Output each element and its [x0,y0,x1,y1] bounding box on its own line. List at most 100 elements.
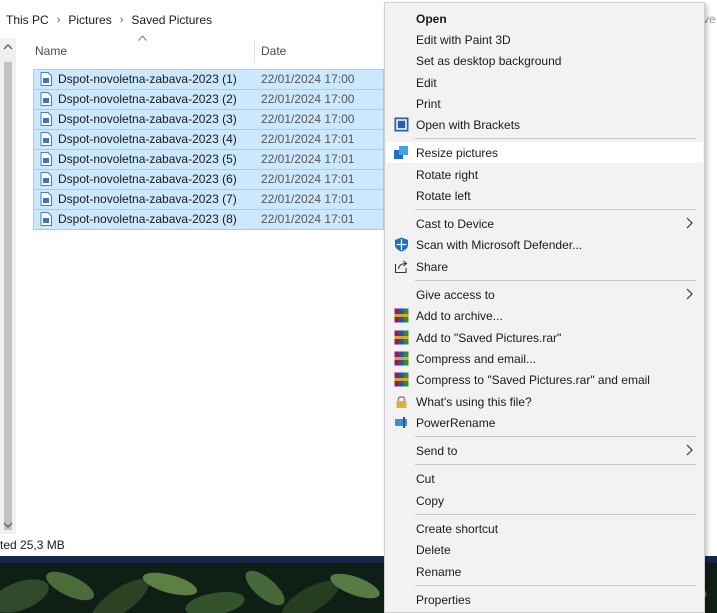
menu-item-properties[interactable]: Properties [386,589,703,610]
menu-item-label: Rotate left [416,188,471,203]
file-date: 22/01/2024 17:01 [261,132,355,147]
menu-item-label: Rotate right [416,167,479,182]
image-file-icon [40,112,52,127]
menu-item-open-brackets[interactable]: Open with Brackets [386,114,703,135]
file-date: 22/01/2024 17:01 [261,192,355,207]
menu-item-label: Scan with Microsoft Defender... [416,237,583,252]
menu-item-powerrename[interactable]: PowerRename [386,412,703,433]
image-file-icon [40,92,52,107]
brackets-icon [394,117,409,132]
file-date: 22/01/2024 17:01 [261,172,355,187]
menu-item-label: What's using this file? [416,394,532,409]
powerrename-icon [395,417,407,428]
menu-item-label: Open with Brackets [416,117,521,132]
breadcrumb-this-pc[interactable]: This PC [6,13,49,27]
file-row[interactable]: Dspot-novoletna-zabava-2023 (5) 22/01/20… [33,149,384,170]
file-row[interactable]: Dspot-novoletna-zabava-2023 (3) 22/01/20… [33,109,384,130]
breadcrumb-chevron-icon: › [119,14,124,26]
menu-item-create-shortcut[interactable]: Create shortcut [386,518,703,539]
file-row[interactable]: Dspot-novoletna-zabava-2023 (2) 22/01/20… [33,89,384,110]
menu-item-label: Copy [416,493,445,508]
breadcrumb-pictures[interactable]: Pictures [68,13,111,27]
file-row[interactable]: Dspot-novoletna-zabava-2023 (1) 22/01/20… [33,69,384,90]
menu-item-print[interactable]: Print [386,93,703,114]
menu-item-resize-pictures[interactable]: Resize pictures [386,142,703,163]
menu-item-add-to-rar[interactable]: Add to "Saved Pictures.rar" [386,327,703,348]
image-file-icon [40,212,52,227]
menu-item-give-access[interactable]: Give access to [386,284,703,305]
menu-item-rotate-right[interactable]: Rotate right [386,164,703,185]
column-divider[interactable] [254,40,255,62]
menu-item-label: Set as desktop background [416,53,562,68]
menu-separator [415,436,696,437]
menu-item-label: Edit [416,75,437,90]
menu-item-open[interactable]: Open [386,8,703,29]
menu-item-label: Share [416,259,449,274]
menu-separator [415,585,696,586]
menu-item-share[interactable]: Share [386,256,703,277]
menu-item-delete[interactable]: Delete [386,539,703,560]
menu-item-label: Print [416,96,441,111]
chevron-right-icon [686,288,693,300]
menu-item-label: Edit with Paint 3D [416,32,511,47]
winrar-icon [394,330,409,345]
file-name: Dspot-novoletna-zabava-2023 (6) [58,172,237,187]
menu-item-label: Open [416,11,447,26]
lock-icon [396,396,407,408]
breadcrumb-saved-pictures[interactable]: Saved Pictures [131,13,212,27]
menu-item-whats-using[interactable]: What's using this file? [386,391,703,412]
image-file-icon [40,192,52,207]
vertical-scrollbar[interactable] [0,38,16,534]
image-file-icon [40,152,52,167]
menu-item-add-to-archive[interactable]: Add to archive... [386,305,703,326]
menu-item-label: Compress and email... [416,351,537,366]
menu-item-cut[interactable]: Cut [386,468,703,489]
menu-item-compress-rar-email[interactable]: Compress to "Saved Pictures.rar" and ema… [386,369,703,390]
scroll-up-icon[interactable] [3,42,13,52]
menu-item-label: Add to archive... [416,308,503,323]
menu-item-send-to[interactable]: Send to [386,440,703,461]
menu-item-rotate-left[interactable]: Rotate left [386,185,703,206]
image-file-icon [40,132,52,147]
winrar-icon [394,351,409,366]
file-name: Dspot-novoletna-zabava-2023 (7) [58,192,237,207]
file-row[interactable]: Dspot-novoletna-zabava-2023 (6) 22/01/20… [33,169,384,190]
menu-item-label: Cast to Device [416,216,495,231]
scrollbar-thumb[interactable] [4,62,12,530]
menu-item-set-background[interactable]: Set as desktop background [386,50,703,71]
menu-item-rename[interactable]: Rename [386,561,703,582]
menu-item-label: Add to "Saved Pictures.rar" [416,330,562,345]
file-row[interactable]: Dspot-novoletna-zabava-2023 (8) 22/01/20… [33,209,384,230]
file-row[interactable]: Dspot-novoletna-zabava-2023 (4) 22/01/20… [33,129,384,150]
menu-item-label: Create shortcut [416,521,499,536]
menu-item-copy[interactable]: Copy [386,490,703,511]
menu-separator [415,514,696,515]
winrar-icon [394,372,409,387]
menu-item-label: Delete [416,542,451,557]
context-menu: Open Edit with Paint 3D Set as desktop b… [384,2,705,613]
menu-item-compress-email[interactable]: Compress and email... [386,348,703,369]
file-date: 22/01/2024 17:01 [261,212,355,227]
file-name: Dspot-novoletna-zabava-2023 (3) [58,112,237,127]
menu-separator [415,464,696,465]
file-row[interactable]: Dspot-novoletna-zabava-2023 (7) 22/01/20… [33,189,384,210]
menu-item-cast-to-device[interactable]: Cast to Device [386,213,703,234]
file-date: 22/01/2024 17:01 [261,152,355,167]
column-header-date[interactable]: Date [261,44,286,58]
image-file-icon [40,72,52,87]
file-name: Dspot-novoletna-zabava-2023 (2) [58,92,237,107]
menu-item-scan-defender[interactable]: Scan with Microsoft Defender... [386,234,703,255]
column-header-name[interactable]: Name [35,44,67,58]
menu-separator [415,209,696,210]
breadcrumb-chevron-icon: › [56,14,61,26]
file-name: Dspot-novoletna-zabava-2023 (5) [58,152,237,167]
menu-item-label: Rename [416,564,462,579]
file-date: 22/01/2024 17:00 [261,72,355,87]
column-header-row: Name Date [16,40,384,62]
menu-item-edit-paint3d[interactable]: Edit with Paint 3D [386,29,703,50]
scroll-down-icon[interactable] [3,520,13,530]
breadcrumb: This PC › Pictures › Saved Pictures [0,8,384,32]
menu-item-edit[interactable]: Edit [386,72,703,93]
status-selection-size: ted 25,3 MB [0,538,65,552]
file-date: 22/01/2024 17:00 [261,112,355,127]
